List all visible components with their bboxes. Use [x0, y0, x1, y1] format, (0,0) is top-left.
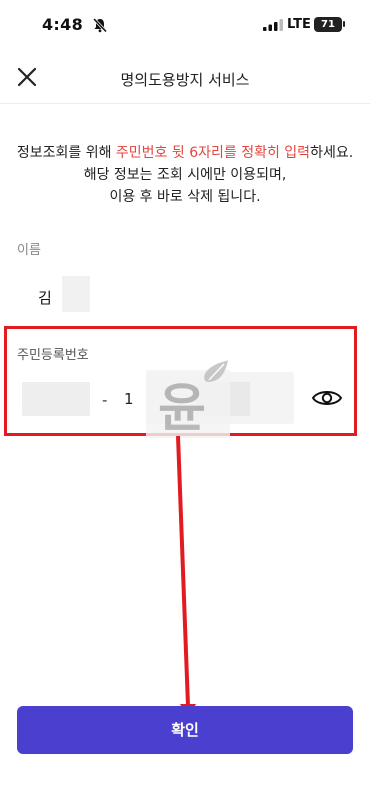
confirm-button[interactable]: 확인: [17, 706, 353, 754]
intro-highlight: 주민번호 뒷 6자리를 정확히 입력: [115, 145, 311, 161]
rrn-back-first-digit: 1: [124, 390, 134, 408]
intro-text: 정보조회를 위해 주민번호 뒷 6자리를 정확히 입력하세요. 해당 정보는 조…: [0, 142, 370, 208]
intro-line-3: 이용 후 바로 삭제 됩니다.: [109, 189, 261, 205]
name-label: 이름: [17, 243, 41, 258]
name-value: 김: [38, 289, 52, 307]
name-redaction: [62, 276, 90, 312]
eye-icon[interactable]: [311, 386, 343, 410]
page-title: 명의도용방지 서비스: [120, 71, 250, 89]
nav-bar: 명의도용방지 서비스: [0, 52, 370, 104]
signal-icon: [263, 19, 283, 31]
status-time: 4:48: [42, 15, 83, 34]
watermark-text: 윤: [158, 379, 206, 439]
bell-muted-icon: [92, 17, 108, 33]
rrn-dash: -: [102, 391, 108, 409]
network-label: LTE: [287, 17, 311, 32]
battery-icon: 71: [314, 17, 342, 32]
intro-line-1: 정보조회를 위해 주민번호 뒷 6자리를 정확히 입력하세요.: [0, 142, 370, 164]
watermark-logo: 윤: [146, 360, 230, 439]
status-bar: 4:48 LTE 71: [0, 0, 370, 50]
intro-line-2: 해당 정보는 조회 시에만 이용되며,: [83, 167, 287, 183]
intro-line-1-start: 정보조회를 위해: [16, 145, 116, 161]
battery-nub: [343, 21, 345, 27]
rrn-front-field[interactable]: [22, 382, 90, 416]
intro-line-1-end: 하세요.: [310, 145, 354, 161]
rrn-label: 주민등록번호: [17, 348, 89, 363]
